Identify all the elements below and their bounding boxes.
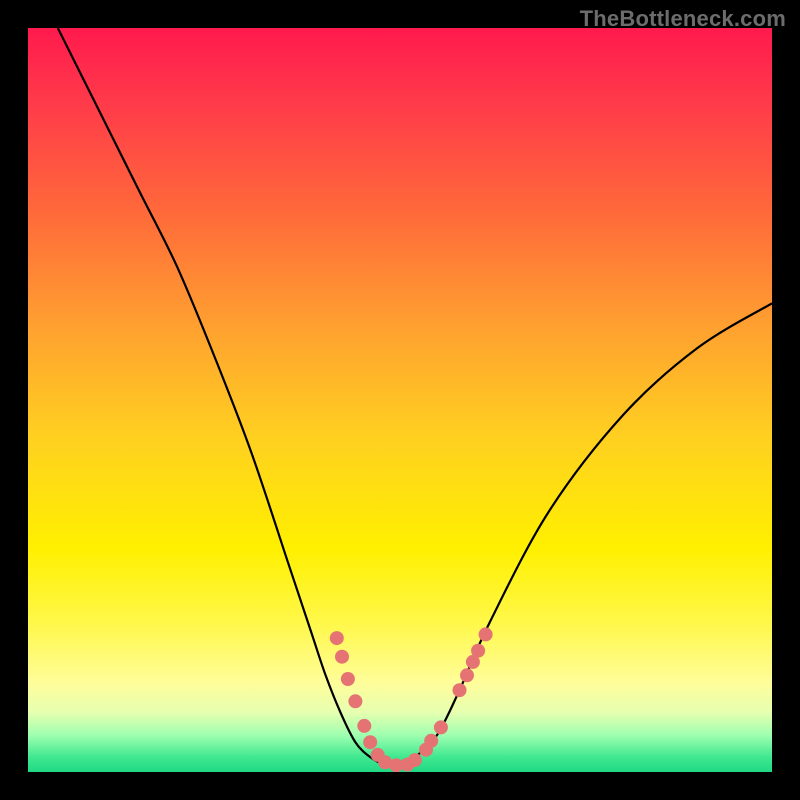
watermark-text: TheBottleneck.com [580, 6, 786, 32]
curve-marker [335, 650, 349, 664]
curve-marker [363, 735, 377, 749]
curve-marker [341, 672, 355, 686]
curve-marker [453, 683, 467, 697]
bottleneck-curve [58, 28, 772, 766]
curve-marker [330, 631, 344, 645]
curve-marker [408, 753, 422, 767]
curve-marker [424, 734, 438, 748]
curve-marker [479, 627, 493, 641]
curve-markers [330, 627, 493, 772]
curve-marker [434, 720, 448, 734]
curve-marker [471, 644, 485, 658]
curve-marker [357, 719, 371, 733]
chart-svg [28, 28, 772, 772]
chart-frame: TheBottleneck.com [0, 0, 800, 800]
curve-marker [460, 668, 474, 682]
curve-marker [348, 694, 362, 708]
plot-area [28, 28, 772, 772]
